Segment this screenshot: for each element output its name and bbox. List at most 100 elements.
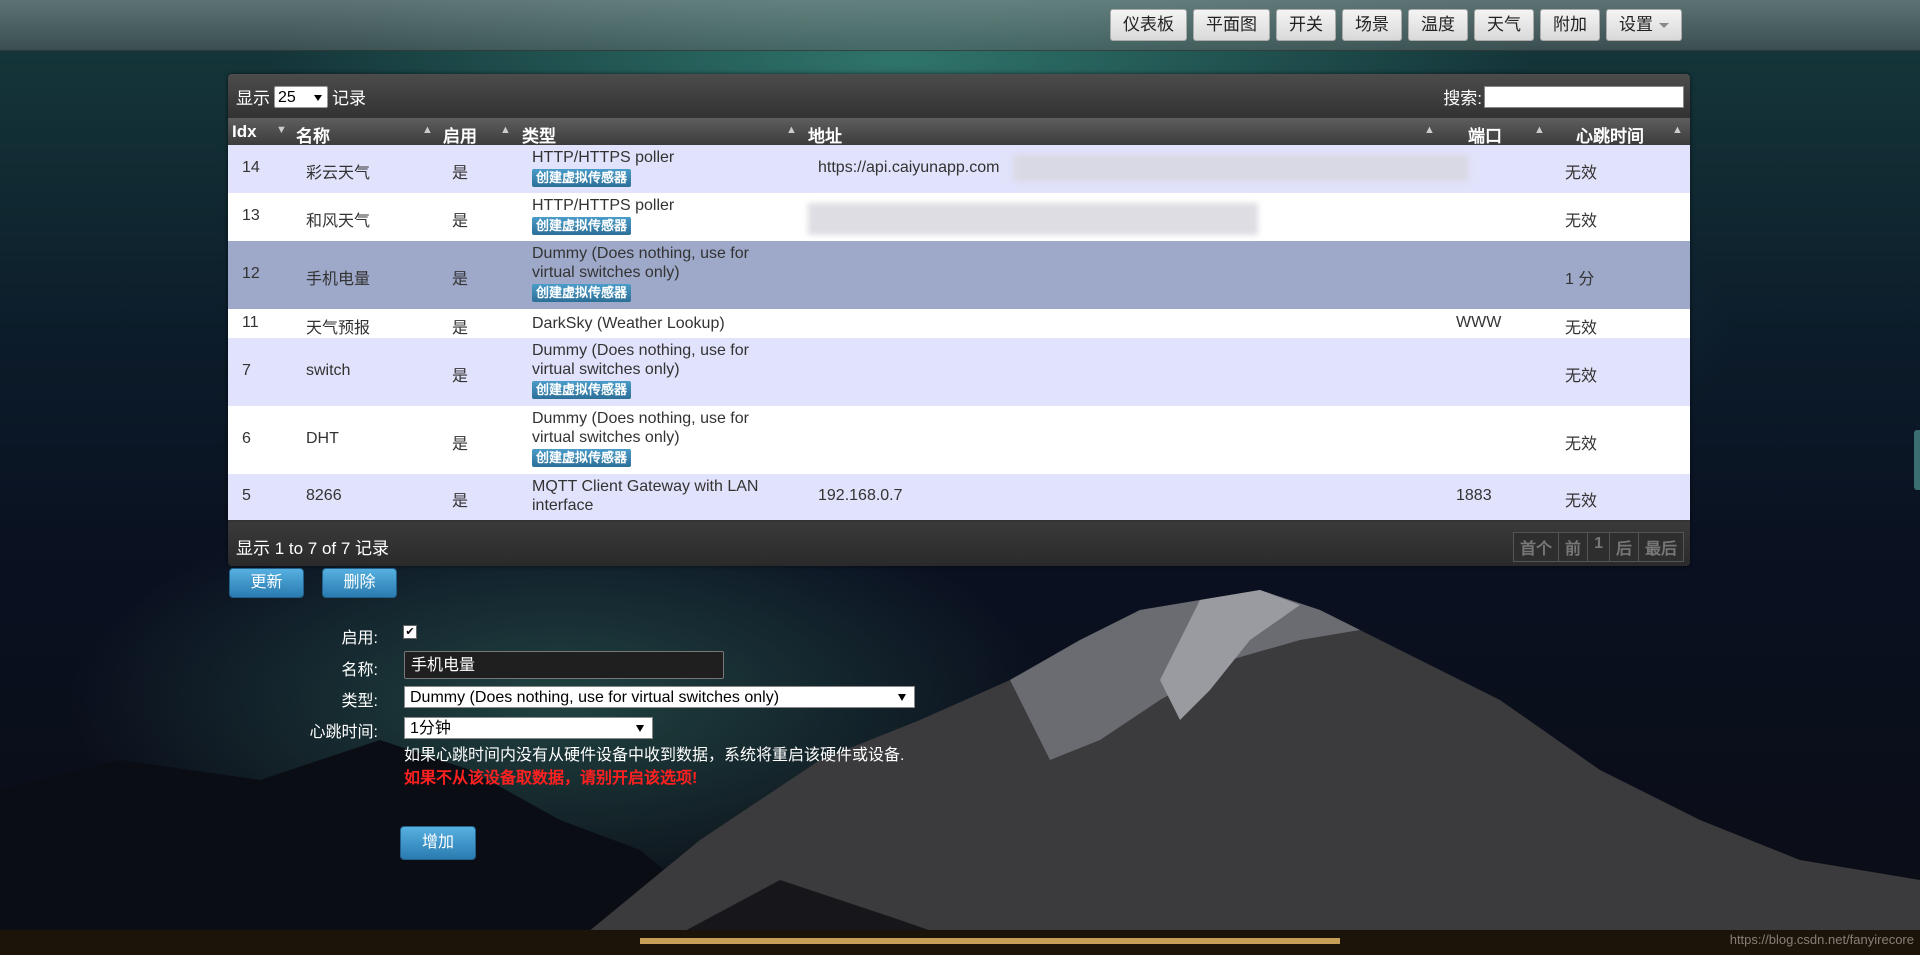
col-address[interactable]: 地址 — [808, 122, 842, 147]
table-row[interactable]: 13 和风天气 是 HTTP/HTTPS poller 创建虚拟传感器 无效 — [228, 193, 1690, 241]
show-suffix: 记录 — [332, 89, 366, 108]
table-header: Idx ▼ 名称 ▲ 启用 ▲ 类型 ▲ 地址 ▲ 端口 ▲ 心跳时间 ▲ — [228, 118, 1690, 147]
cell-idx: 14 — [242, 159, 260, 176]
page-last-button[interactable]: 最后 — [1637, 532, 1684, 562]
cell-name: 8266 — [306, 487, 342, 504]
col-port[interactable]: 端口 — [1468, 122, 1502, 147]
add-button[interactable]: 增加 — [400, 826, 476, 860]
nav-weather[interactable]: 天气 — [1474, 9, 1534, 41]
enabled-label: 启用: — [341, 630, 378, 647]
cell-name: switch — [306, 362, 351, 379]
chevron-down-icon — [314, 94, 322, 101]
delete-button[interactable]: 删除 — [322, 568, 397, 598]
page-size-select[interactable]: 25 — [274, 85, 328, 108]
cell-enabled: 是 — [452, 368, 469, 385]
page-size-value: 25 — [278, 88, 296, 106]
table-row[interactable]: 7 switch 是 Dummy (Does nothing, use for … — [228, 338, 1690, 406]
create-virtual-sensor-button[interactable]: 创建虚拟传感器 — [532, 449, 632, 467]
cell-type-line2: virtual switches only) — [532, 361, 680, 378]
cell-type: DarkSky (Weather Lookup) — [532, 315, 725, 332]
page-number-button[interactable]: 1 — [1587, 532, 1610, 562]
heartbeat-hint: 如果心跳时间内没有从硬件设备中收到数据，系统将重启该硬件或设备. — [404, 747, 905, 764]
cell-heartbeat: 无效 — [1565, 493, 1598, 510]
cell-idx: 13 — [242, 207, 260, 224]
cell-enabled: 是 — [452, 320, 469, 337]
cell-heartbeat: 无效 — [1565, 320, 1598, 337]
pagination: 首个 前 1 后 最后 — [1513, 532, 1684, 562]
create-virtual-sensor-button[interactable]: 创建虚拟传感器 — [532, 169, 632, 187]
heartbeat-warning: 如果不从该设备取数据，请别开启该选项! — [404, 770, 698, 787]
top-navbar: 仪表板 平面图 开关 场景 温度 天气 附加 设置 — [0, 0, 1920, 51]
cell-idx: 6 — [242, 430, 251, 447]
sort-icon: ▲ — [1672, 124, 1683, 136]
page-next-button[interactable]: 后 — [1608, 532, 1639, 562]
chevron-down-icon — [898, 694, 906, 701]
nav-floorplan[interactable]: 平面图 — [1193, 9, 1270, 41]
type-label: 类型: — [341, 693, 378, 710]
cell-address: 192.168.0.7 — [818, 487, 903, 504]
cell-address: https://api.caiyunapp.com — [818, 159, 1000, 176]
cell-type: Dummy (Does nothing, use for — [532, 342, 749, 359]
cell-type-line2: interface — [532, 497, 594, 514]
redacted-area — [1014, 155, 1468, 181]
enabled-checkbox[interactable]: ✔ — [403, 625, 417, 639]
cell-heartbeat: 无效 — [1565, 213, 1598, 230]
search-label: 搜索: — [1443, 89, 1482, 108]
table-row[interactable]: 6 DHT 是 Dummy (Does nothing, use for vir… — [228, 406, 1690, 474]
sort-icon: ▲ — [786, 124, 797, 136]
table-row[interactable]: 11 天气预报 是 DarkSky (Weather Lookup) WWW 无… — [228, 309, 1690, 338]
cell-name: 天气预报 — [306, 320, 371, 337]
cell-enabled: 是 — [452, 165, 469, 182]
cell-idx: 11 — [242, 314, 259, 331]
cell-type: Dummy (Does nothing, use for — [532, 410, 749, 427]
heartbeat-select[interactable]: 1分钟 — [404, 717, 653, 739]
cell-type: HTTP/HTTPS poller — [532, 197, 675, 214]
cell-name: 手机电量 — [306, 271, 371, 288]
nav-switches[interactable]: 开关 — [1276, 9, 1336, 41]
update-button[interactable]: 更新 — [229, 568, 304, 598]
table-row-selected[interactable]: 12 手机电量 是 Dummy (Does nothing, use for v… — [228, 241, 1690, 309]
chevron-down-icon — [636, 725, 644, 732]
table-body: 14 彩云天气 是 HTTP/HTTPS poller 创建虚拟传感器 http… — [228, 145, 1690, 520]
nav-utility[interactable]: 附加 — [1540, 9, 1600, 41]
cell-name: DHT — [306, 430, 339, 447]
col-idx[interactable]: Idx — [232, 122, 257, 142]
create-virtual-sensor-button[interactable]: 创建虚拟传感器 — [532, 381, 632, 399]
cell-heartbeat: 无效 — [1565, 436, 1598, 453]
page-first-button[interactable]: 首个 — [1513, 532, 1560, 562]
cell-type-line2: virtual switches only) — [532, 429, 680, 446]
search-input[interactable] — [1484, 85, 1684, 108]
hardware-table-panel: 显示 25 记录 搜索: Idx ▼ 名称 ▲ 启用 ▲ 类型 ▲ 地址 ▲ 端… — [228, 74, 1690, 566]
table-row[interactable]: 14 彩云天气 是 HTTP/HTTPS poller 创建虚拟传感器 http… — [228, 145, 1690, 193]
table-row[interactable]: 5 8266 是 MQTT Client Gateway with LAN in… — [228, 474, 1690, 520]
create-virtual-sensor-button[interactable]: 创建虚拟传感器 — [532, 284, 632, 302]
col-enabled[interactable]: 启用 — [443, 122, 477, 147]
sort-icon: ▲ — [500, 124, 511, 136]
cell-idx: 12 — [242, 265, 260, 282]
page-prev-button[interactable]: 前 — [1558, 532, 1589, 562]
nav-temperature[interactable]: 温度 — [1408, 9, 1468, 41]
nav-scenes[interactable]: 场景 — [1342, 9, 1402, 41]
cell-heartbeat: 无效 — [1565, 368, 1598, 385]
cell-type: Dummy (Does nothing, use for — [532, 245, 749, 262]
nav-dashboard[interactable]: 仪表板 — [1110, 9, 1187, 41]
sort-desc-icon: ▼ — [276, 124, 287, 136]
cell-enabled: 是 — [452, 493, 469, 510]
cell-port: WWW — [1456, 314, 1502, 331]
cell-type: HTTP/HTTPS poller — [532, 149, 675, 166]
sort-icon: ▲ — [1534, 124, 1545, 136]
cell-enabled: 是 — [452, 213, 469, 230]
cell-name: 和风天气 — [306, 213, 371, 230]
col-type[interactable]: 类型 — [522, 122, 556, 147]
nav-setup[interactable]: 设置 — [1606, 9, 1682, 41]
side-scroll-handle[interactable] — [1914, 430, 1920, 490]
col-name[interactable]: 名称 — [296, 122, 330, 147]
name-field[interactable]: 手机电量 — [404, 651, 724, 679]
cell-port: 1883 — [1456, 487, 1492, 504]
type-select-value: Dummy (Does nothing, use for virtual swi… — [410, 689, 780, 706]
col-heartbeat[interactable]: 心跳时间 — [1576, 122, 1644, 147]
watermark: https://blog.csdn.net/fanyirecore — [1729, 932, 1914, 947]
create-virtual-sensor-button[interactable]: 创建虚拟传感器 — [532, 217, 632, 235]
type-select[interactable]: Dummy (Does nothing, use for virtual swi… — [404, 686, 915, 708]
cell-enabled: 是 — [452, 271, 469, 288]
